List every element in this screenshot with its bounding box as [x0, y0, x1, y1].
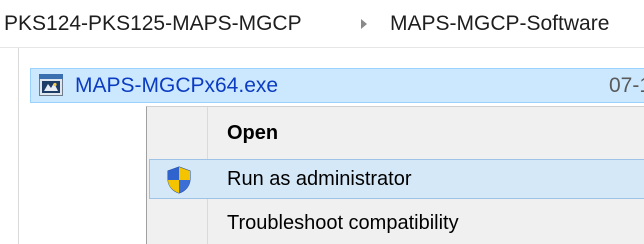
address-bar[interactable]: PKS124-PKS125-MAPS-MGCP MAPS-MGCP-Softwa… — [0, 0, 644, 48]
file-list-item[interactable]: MAPS-MGCPx64.exe 07-10- — [30, 68, 644, 103]
executable-file-icon — [39, 74, 63, 96]
breadcrumb-item-current-folder[interactable]: MAPS-MGCP-Software — [390, 12, 609, 36]
file-name[interactable]: MAPS-MGCPx64.exe — [75, 74, 278, 98]
file-date-modified: 07-10- — [609, 74, 644, 97]
context-menu-item-run-as-administrator[interactable]: Run as administrator — [149, 159, 644, 199]
context-menu-item-label: Troubleshoot compatibility — [227, 212, 459, 234]
uac-shield-icon — [166, 166, 192, 194]
context-menu-item-label: Run as administrator — [227, 168, 412, 190]
chevron-right-icon[interactable] — [357, 16, 371, 32]
breadcrumb-item-parent-folder[interactable]: PKS124-PKS125-MAPS-MGCP — [4, 12, 302, 36]
file-list-pane-edge — [18, 48, 19, 244]
context-menu: Open Run as administrator Troubleshoot c… — [146, 106, 644, 244]
context-menu-item-open[interactable]: Open — [147, 113, 644, 153]
context-menu-item-troubleshoot-compatibility[interactable]: Troubleshoot compatibility — [147, 203, 644, 243]
file-explorer-window: PKS124-PKS125-MAPS-MGCP MAPS-MGCP-Softwa… — [0, 0, 644, 244]
context-menu-item-label: Open — [227, 122, 279, 144]
